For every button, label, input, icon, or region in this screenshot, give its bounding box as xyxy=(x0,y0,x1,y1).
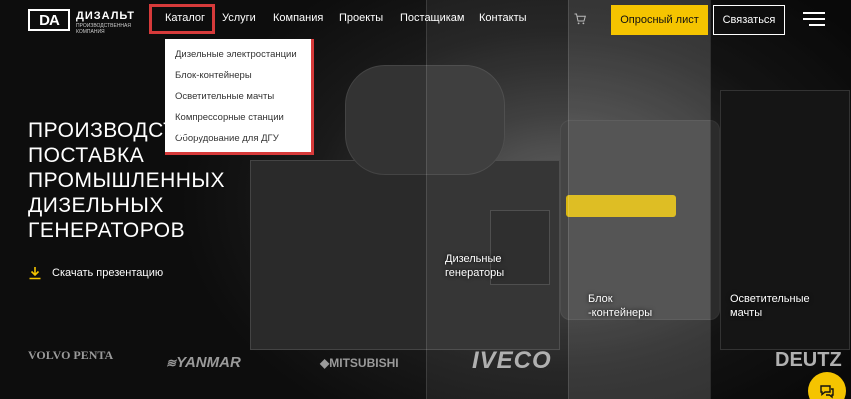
brand-yanmar-label: YANMAR xyxy=(176,354,241,371)
panel-label-containers[interactable]: Блок -контейнеры xyxy=(588,292,668,320)
brand-iveco: IVECO xyxy=(472,347,552,374)
menu-icon-line xyxy=(803,12,825,14)
mitsubishi-logo-icon: ◆ xyxy=(320,356,330,370)
panel-divider xyxy=(568,0,569,399)
panel-generators[interactable] xyxy=(426,0,568,399)
download-presentation-link[interactable]: Скачать презентацию xyxy=(28,266,163,280)
brand-yanmar: ≋YANMAR xyxy=(166,354,241,371)
nav-projects[interactable]: Проекты xyxy=(339,12,383,24)
dropdown-item-containers[interactable]: Блок-контейнеры xyxy=(165,69,311,90)
menu-icon-line xyxy=(803,18,825,20)
nav-services[interactable]: Услуги xyxy=(222,12,256,24)
chat-icon xyxy=(820,385,834,399)
yanmar-logo-icon: ≋ xyxy=(166,356,177,370)
download-label: Скачать презентацию xyxy=(52,267,164,279)
hero-title: Производство и поставка промышленных диз… xyxy=(28,119,230,240)
logo-subtitle: ПРОИЗВОДСТВЕННАЯ КОМПАНИЯ xyxy=(76,23,131,35)
brand-deutz: DEUTZ xyxy=(775,349,842,371)
contact-button[interactable]: Связаться xyxy=(713,5,785,35)
brand-volvo-penta: VOLVO PENTA xyxy=(28,348,114,362)
panel-divider xyxy=(710,0,711,399)
brand-mitsubishi: ◆MITSUBISHI xyxy=(320,356,399,370)
logo-mark: DA xyxy=(39,11,60,29)
logo-name: ДИЗАЛЬТ xyxy=(76,10,135,22)
download-icon xyxy=(29,267,41,280)
menu-icon[interactable] xyxy=(803,12,825,26)
nav-contacts[interactable]: Контакты xyxy=(479,12,527,24)
nav-suppliers[interactable]: Постащикам xyxy=(400,12,465,24)
panel-label-generators[interactable]: Дизельные генераторы xyxy=(445,252,535,280)
dropdown-item-masts[interactable]: Осветительные мачты xyxy=(165,90,311,111)
panel-containers[interactable] xyxy=(568,0,710,399)
cart-icon[interactable] xyxy=(574,13,586,25)
panel-masts[interactable] xyxy=(710,0,851,399)
survey-button[interactable]: Опросный лист xyxy=(611,5,708,35)
panel-divider xyxy=(426,0,427,399)
nav-catalog[interactable]: Каталог xyxy=(165,12,205,24)
nav-company[interactable]: Компания xyxy=(273,12,323,24)
panel-label-masts[interactable]: Осветительные мачты xyxy=(730,292,830,320)
logo[interactable]: DA xyxy=(28,9,70,31)
brand-mitsubishi-label: MITSUBISHI xyxy=(329,356,399,370)
dropdown-item-gensets[interactable]: Дизельные электростанции xyxy=(165,48,311,69)
menu-icon-line xyxy=(809,24,825,26)
